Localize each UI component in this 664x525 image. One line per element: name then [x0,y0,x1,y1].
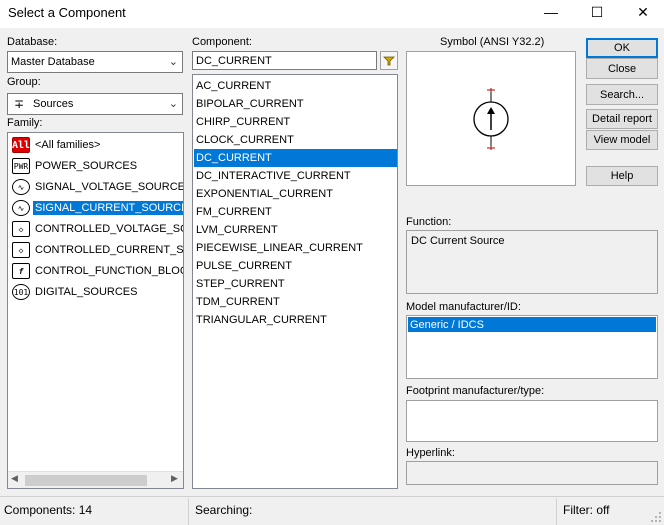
model-item-selected[interactable]: Generic / IDCS [408,317,656,332]
family-horizontal-scrollbar[interactable]: ◀ ▶ [8,471,183,488]
model-list[interactable]: Generic / IDCS [406,315,658,379]
hyperlink-label: Hyperlink: [406,447,455,459]
signal-voltage-icon: ∿ [12,179,30,195]
component-search-input[interactable]: DC_CURRENT [192,51,377,70]
family-item-control-function-blocks[interactable]: f CONTROL_FUNCTION_BLOCKS [12,261,183,281]
close-window-button[interactable]: ✕ [626,0,660,24]
resize-grip-icon[interactable] [650,511,662,523]
component-item[interactable]: FM_CURRENT [194,203,397,221]
database-value: Master Database [11,56,95,68]
scroll-left-icon[interactable]: ◀ [11,473,18,484]
searching-status: Searching: [195,503,253,517]
window-title: Select a Component [8,5,126,20]
family-item-signal-voltage-sources[interactable]: ∿ SIGNAL_VOLTAGE_SOURCES [12,177,184,197]
component-item[interactable]: PULSE_CURRENT [194,257,397,275]
family-item-label: SIGNAL_CURRENT_SOURCES [33,201,183,215]
status-divider [556,498,557,525]
component-label: Component: [192,36,252,48]
sources-icon: ∓ [13,97,25,111]
family-item-controlled-voltage-sources[interactable]: ◇ CONTROLLED_VOLTAGE_SOUR [12,219,183,239]
component-input-value: DC_CURRENT [196,54,272,67]
family-item-power-sources[interactable]: PWR POWER_SOURCES [12,156,139,176]
database-label: Database: [7,36,58,48]
family-item-digital-sources[interactable]: 101 DIGITAL_SOURCES [12,282,140,302]
component-filter-button[interactable] [380,51,398,70]
chevron-down-icon: ⌄ [168,56,178,68]
symbol-label: Symbol (ANSI Y32.2) [440,36,545,48]
component-item-selected[interactable]: DC_CURRENT [194,149,397,167]
footprint-list[interactable] [406,400,658,442]
family-item-label: <All families> [35,139,101,151]
dc-current-source-symbol [473,88,509,150]
group-combo[interactable]: ∓ Sources ⌄ [7,93,183,115]
controlled-current-icon: ◇ [12,242,30,258]
database-combo[interactable]: Master Database ⌄ [7,51,183,73]
scrollbar-thumb[interactable] [25,475,147,486]
power-source-icon: PWR [12,158,30,174]
function-box: DC Current Source [406,230,658,294]
group-label: Group: [7,76,41,88]
filter-status: Filter: off [563,503,610,517]
component-item[interactable]: CLOCK_CURRENT [194,131,397,149]
ok-button[interactable]: OK [586,38,658,58]
scroll-right-icon[interactable]: ▶ [171,473,178,484]
function-label: Function: [406,216,452,228]
component-list[interactable]: AC_CURRENT BIPOLAR_CURRENT CHIRP_CURRENT… [192,74,398,489]
family-list[interactable]: All <All families> PWR POWER_SOURCES ∿ S… [7,132,184,489]
family-item-all[interactable]: All <All families> [12,135,102,155]
component-item[interactable]: TDM_CURRENT [194,293,397,311]
minimize-button[interactable]: — [534,0,568,24]
family-item-label: SIGNAL_VOLTAGE_SOURCES [35,181,184,193]
component-item[interactable]: LVM_CURRENT [194,221,397,239]
status-divider [188,498,189,525]
component-count: Components: 14 [4,503,93,517]
component-item[interactable]: CHIRP_CURRENT [194,113,397,131]
family-label: Family: [7,117,43,129]
family-item-signal-current-sources[interactable]: ∿ SIGNAL_CURRENT_SOURCES [12,198,183,218]
search-button[interactable]: Search... [586,84,658,105]
function-block-icon: f [12,263,30,279]
symbol-preview [406,51,576,186]
detail-report-button[interactable]: Detail report [586,109,658,129]
component-item[interactable]: TRIANGULAR_CURRENT [194,311,397,329]
close-button[interactable]: Close [586,58,658,79]
signal-current-icon: ∿ [12,200,30,216]
filter-icon [383,56,395,65]
model-label: Model manufacturer/ID: [406,301,521,313]
component-item[interactable]: PIECEWISE_LINEAR_CURRENT [194,239,397,257]
component-item[interactable]: DC_INTERACTIVE_CURRENT [194,167,397,185]
hyperlink-field[interactable] [406,461,658,485]
component-item[interactable]: BIPOLAR_CURRENT [194,95,397,113]
digital-source-icon: 101 [12,284,30,300]
family-item-label: CONTROLLED_CURRENT_SOUI [35,244,184,256]
family-item-controlled-current-sources[interactable]: ◇ CONTROLLED_CURRENT_SOUI [12,240,184,260]
function-value: DC Current Source [411,235,505,247]
chevron-down-icon: ⌄ [168,98,178,110]
component-item[interactable]: STEP_CURRENT [194,275,397,293]
view-model-button[interactable]: View model [586,130,658,150]
help-button[interactable]: Help [586,166,658,186]
group-value: Sources [33,98,74,110]
maximize-button[interactable]: ☐ [580,0,614,24]
family-item-label: DIGITAL_SOURCES [35,286,138,298]
family-item-label: CONTROLLED_VOLTAGE_SOUR [35,223,183,235]
controlled-voltage-icon: ◇ [12,221,30,237]
component-item[interactable]: AC_CURRENT [194,77,397,95]
status-bar-divider [0,496,664,497]
family-item-label: CONTROL_FUNCTION_BLOCKS [35,265,183,277]
footprint-label: Footprint manufacturer/type: [406,385,545,397]
family-item-label: POWER_SOURCES [35,160,138,172]
all-families-icon: All [12,137,30,153]
component-item[interactable]: EXPONENTIAL_CURRENT [194,185,397,203]
